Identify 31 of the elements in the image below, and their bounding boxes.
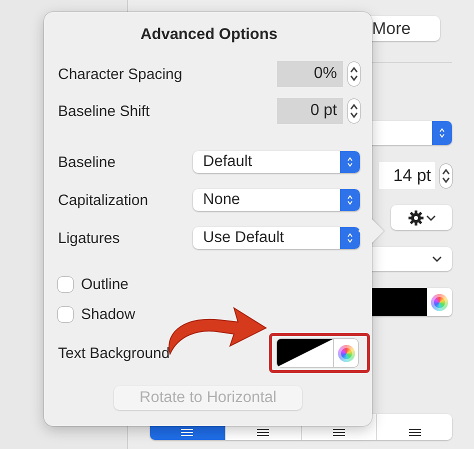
color-wheel-icon [431, 294, 448, 310]
font-size-field[interactable]: 14 pt [379, 162, 435, 189]
popup-menu[interactable]: None [193, 189, 360, 211]
color-wheel-icon [338, 344, 354, 362]
popover-title: Advanced Options [140, 25, 278, 45]
checkbox[interactable] [58, 306, 73, 322]
popup-menu[interactable]: Use Default [193, 227, 360, 249]
field-label: Baseline Shift [58, 102, 150, 120]
popup-menu[interactable]: Default [193, 151, 360, 173]
checkbox-label: Shadow [81, 306, 136, 322]
chevron-down-icon [426, 214, 436, 222]
checkbox-label: Outline [81, 276, 129, 292]
chevron-down-icon [432, 255, 442, 263]
field-label: Character Spacing [58, 66, 182, 82]
value-field[interactable]: 0 pt [277, 98, 343, 124]
field-label: Ligatures [58, 230, 120, 246]
align-icon [332, 429, 345, 436]
field-label: Baseline [58, 154, 116, 170]
color-well[interactable] [277, 339, 358, 367]
field-label: Text Background [58, 344, 170, 362]
gear-icon [408, 210, 424, 226]
checkbox[interactable] [58, 276, 73, 292]
stepper-icon[interactable] [348, 99, 360, 123]
align-icon [408, 429, 421, 436]
value-field[interactable]: 0% [277, 61, 343, 87]
align-icon [181, 429, 194, 436]
stepper-icon[interactable] [348, 62, 360, 86]
field-label: Capitalization [58, 192, 148, 208]
gear-menu-button[interactable] [391, 205, 452, 230]
align-icon [257, 429, 270, 436]
stepper-icon[interactable] [440, 164, 452, 188]
